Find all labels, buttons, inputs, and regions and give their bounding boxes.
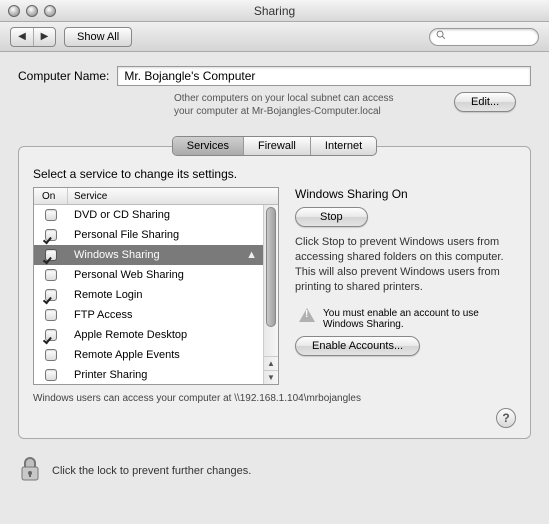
scrollbar[interactable]: ▲ ▼ [263, 205, 278, 384]
toolbar: ◀ ▶ Show All [0, 22, 549, 52]
warning-icon [299, 308, 315, 322]
enable-accounts-button[interactable]: Enable Accounts... [295, 336, 420, 356]
service-checkbox[interactable] [45, 349, 57, 361]
service-row[interactable]: Remote Login [34, 285, 263, 305]
subnet-text: Other computers on your local subnet can… [174, 92, 454, 118]
forward-button[interactable]: ▶ [33, 28, 55, 46]
service-row[interactable]: Remote Apple Events [34, 345, 263, 365]
services-header: On Service [34, 188, 278, 205]
nav-back-forward: ◀ ▶ [10, 27, 56, 47]
computer-name-field[interactable] [117, 66, 531, 86]
window-title: Sharing [0, 4, 549, 18]
service-label: Remote Apple Events [74, 349, 180, 361]
access-note: Windows users can access your computer a… [33, 393, 516, 404]
stop-button[interactable]: Stop [295, 207, 368, 227]
tab-row: Services Firewall Internet [18, 136, 531, 156]
warning-text: You must enable an account to use Window… [323, 308, 516, 330]
enable-warning: You must enable an account to use Window… [299, 308, 516, 330]
warning-icon: ▲ [246, 249, 257, 261]
column-service[interactable]: Service [68, 188, 278, 204]
service-label: DVD or CD Sharing [74, 209, 170, 221]
edit-hostname-button[interactable]: Edit... [454, 92, 516, 112]
tab-internet[interactable]: Internet [310, 137, 376, 155]
service-label: Windows Sharing [74, 249, 160, 261]
help-button[interactable]: ? [496, 408, 516, 428]
tab-firewall[interactable]: Firewall [243, 137, 310, 155]
detail-description: Click Stop to prevent Windows users from… [295, 235, 516, 294]
service-checkbox[interactable] [45, 309, 57, 321]
service-row[interactable]: Apple Remote Desktop [34, 325, 263, 345]
scroll-thumb[interactable] [266, 207, 276, 327]
tab-services[interactable]: Services [173, 137, 243, 155]
service-row[interactable]: Printer Sharing [34, 365, 263, 384]
computer-name-label: Computer Name: [18, 69, 109, 83]
service-label: Personal File Sharing [74, 229, 179, 241]
lock-row: Click the lock to prevent further change… [0, 447, 549, 496]
content: Computer Name: Other computers on your l… [0, 52, 549, 447]
service-checkbox[interactable] [45, 209, 57, 221]
pane-instructions: Select a service to change its settings. [33, 167, 516, 181]
lock-text: Click the lock to prevent further change… [52, 465, 251, 477]
service-checkbox[interactable] [45, 269, 57, 281]
services-pane: Select a service to change its settings.… [18, 146, 531, 439]
service-detail: Windows Sharing On Stop Click Stop to pr… [295, 187, 516, 385]
search-field[interactable] [429, 28, 539, 46]
titlebar: Sharing [0, 0, 549, 22]
service-row[interactable]: Personal File Sharing [34, 225, 263, 245]
service-row[interactable]: Personal Web Sharing [34, 265, 263, 285]
service-label: Printer Sharing [74, 369, 147, 381]
service-checkbox[interactable] [45, 289, 57, 301]
show-all-button[interactable]: Show All [64, 27, 132, 47]
service-row[interactable]: FTP Access [34, 305, 263, 325]
services-table: On Service DVD or CD Sharing Personal Fil… [33, 187, 279, 385]
service-label: Apple Remote Desktop [74, 329, 187, 341]
service-checkbox[interactable] [45, 329, 57, 341]
service-checkbox[interactable] [45, 249, 57, 261]
tabs-wrap: Services Firewall Internet Select a serv… [18, 136, 531, 439]
service-checkbox[interactable] [45, 229, 57, 241]
detail-title: Windows Sharing On [295, 187, 516, 201]
computer-name-row: Computer Name: [18, 66, 531, 86]
service-label: Personal Web Sharing [74, 269, 184, 281]
service-row[interactable]: Windows Sharing ▲ [34, 245, 263, 265]
subnet-row: Other computers on your local subnet can… [18, 92, 531, 118]
back-button[interactable]: ◀ [11, 28, 33, 46]
column-on[interactable]: On [34, 188, 68, 204]
services-body: DVD or CD Sharing Personal File Sharing Wi… [34, 205, 263, 384]
service-row[interactable]: DVD or CD Sharing [34, 205, 263, 225]
service-label: FTP Access [74, 309, 132, 321]
lock-icon[interactable] [18, 455, 42, 486]
service-label: Remote Login [74, 289, 143, 301]
search-input[interactable] [446, 30, 549, 44]
tab-segment: Services Firewall Internet [172, 136, 377, 156]
service-checkbox[interactable] [45, 369, 57, 381]
search-icon [436, 30, 446, 43]
scroll-down-icon[interactable]: ▼ [264, 370, 278, 384]
scroll-up-icon[interactable]: ▲ [264, 356, 278, 370]
